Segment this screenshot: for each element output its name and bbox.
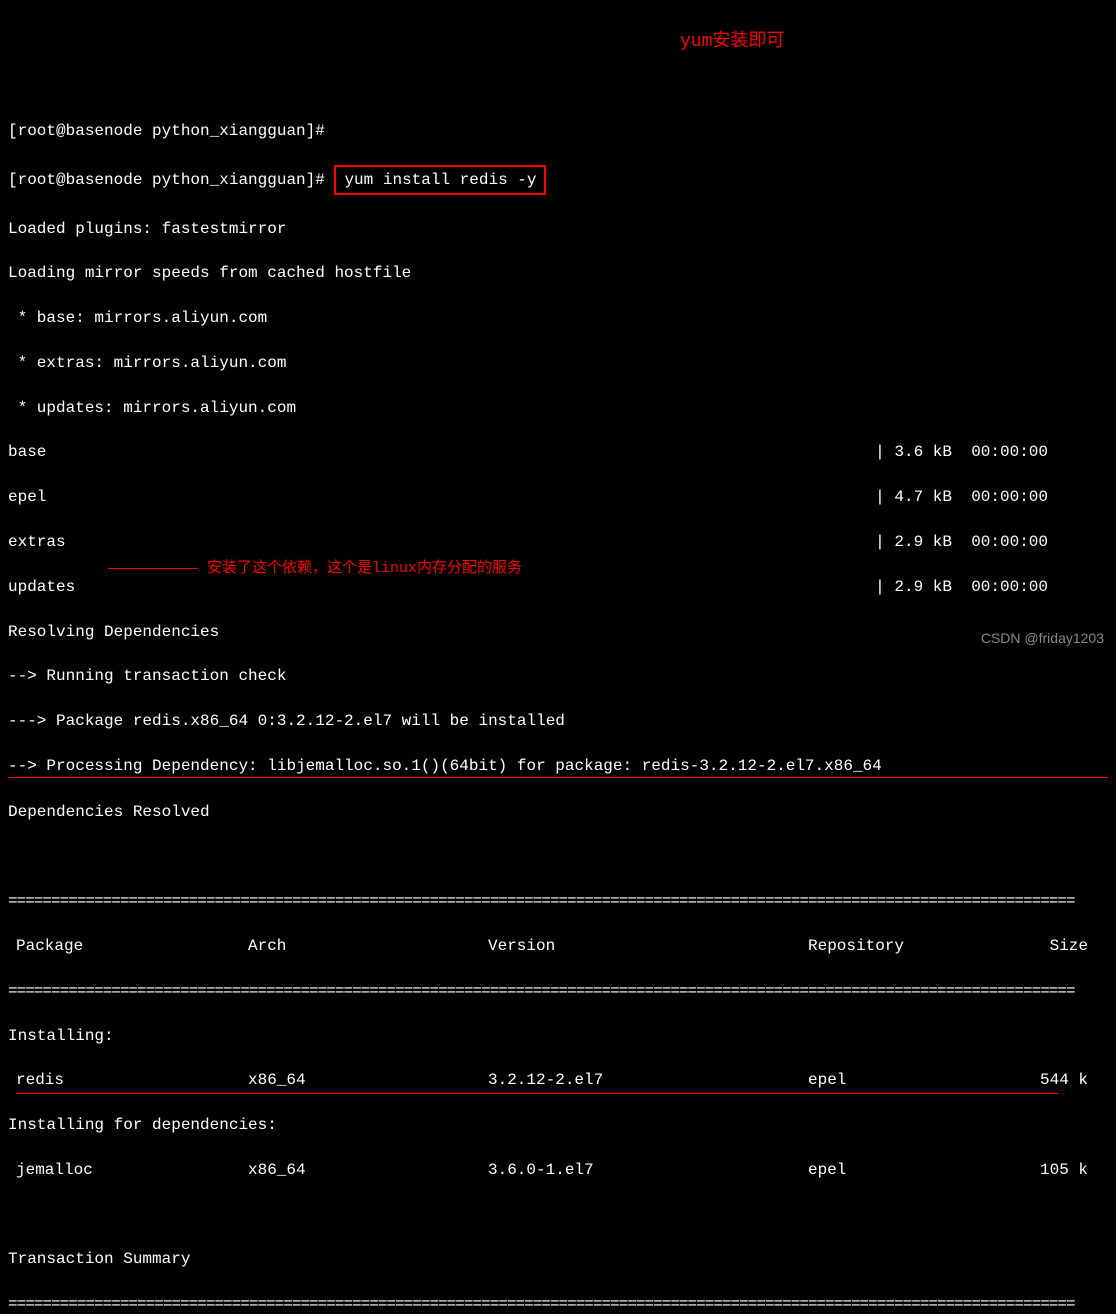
summary-title: Transaction Summary (8, 1248, 1108, 1270)
command-line: [root@basenode python_xiangguan]# yum in… (8, 165, 1108, 195)
output-line: ---> Package redis.x86_64 0:3.2.12-2.el7… (8, 710, 1108, 732)
repo-name: updates (8, 576, 75, 598)
output-line: --> Running transaction check (8, 665, 1108, 687)
section-label: Installing: (8, 1025, 1108, 1047)
watermark: CSDN @friday1203 (981, 629, 1104, 649)
annotation-dep: 安装了这个依赖，这个是linux内存分配的服务 (108, 558, 522, 579)
table-header: PackageArchVersionRepositorySize (8, 935, 1108, 957)
pkg-name: jemalloc (8, 1159, 248, 1181)
section-label: Installing for dependencies: (8, 1114, 1108, 1136)
col-size: Size (1008, 935, 1088, 957)
repo-row: epel | 4.7 kB 00:00:00 (8, 486, 1048, 508)
pkg-size: 105 k (1008, 1159, 1088, 1181)
output-line: * extras: mirrors.aliyun.com (8, 352, 1108, 374)
table-divider: ========================================… (8, 1293, 1108, 1314)
output-line: --> Processing Dependency: libjemalloc.s… (8, 755, 1108, 778)
table-row: redisx86_643.2.12-2.el7epel544 k (8, 1069, 1108, 1091)
col-package: Package (8, 935, 248, 957)
output-line: * base: mirrors.aliyun.com (8, 307, 1108, 329)
prompt-line: [root@basenode python_xiangguan]# (8, 120, 1108, 142)
output-line: Loaded plugins: fastestmirror (8, 218, 1108, 240)
output-line: Dependencies Resolved (8, 801, 1108, 823)
command-highlight: yum install redis -y (334, 165, 546, 195)
col-repo: Repository (808, 935, 1008, 957)
terminal-output: [root@basenode python_xiangguan]# [root@… (8, 98, 1108, 1314)
table-divider: ========================================… (8, 890, 1108, 912)
col-version: Version (488, 935, 808, 957)
pkg-arch: x86_64 (248, 1159, 488, 1181)
repo-name: epel (8, 486, 46, 508)
repo-status: | 4.7 kB 00:00:00 (875, 486, 1048, 508)
repo-row: extras | 2.9 kB 00:00:00 (8, 531, 1048, 553)
repo-row: updates | 2.9 kB 00:00:00 (8, 576, 1048, 598)
col-arch: Arch (248, 935, 488, 957)
pkg-version: 3.2.12-2.el7 (488, 1069, 808, 1091)
repo-status: | 2.9 kB 00:00:00 (875, 531, 1048, 553)
repo-row: base | 3.6 kB 00:00:00 (8, 441, 1048, 463)
repo-name: base (8, 441, 46, 463)
pkg-repo: epel (808, 1069, 1008, 1091)
repo-status: | 2.9 kB 00:00:00 (875, 576, 1048, 598)
output-line: Resolving Dependencies (8, 621, 1108, 643)
blank-line (8, 845, 1108, 867)
table-row: jemallocx86_643.6.0-1.el7epel105 k (8, 1159, 1108, 1181)
output-line: Loading mirror speeds from cached hostfi… (8, 262, 1108, 284)
annotation-yum: yum安装即可 (680, 30, 784, 55)
blank-line (8, 1204, 1108, 1226)
output-line: * updates: mirrors.aliyun.com (8, 397, 1108, 419)
pkg-arch: x86_64 (248, 1069, 488, 1091)
pkg-size: 544 k (1008, 1069, 1088, 1091)
pkg-name: redis (8, 1069, 248, 1091)
table-divider: ========================================… (8, 980, 1108, 1002)
repo-name: extras (8, 531, 66, 553)
pkg-repo: epel (808, 1159, 1008, 1181)
repo-status: | 3.6 kB 00:00:00 (875, 441, 1048, 463)
pkg-version: 3.6.0-1.el7 (488, 1159, 808, 1181)
prompt: [root@basenode python_xiangguan]# (8, 171, 334, 189)
